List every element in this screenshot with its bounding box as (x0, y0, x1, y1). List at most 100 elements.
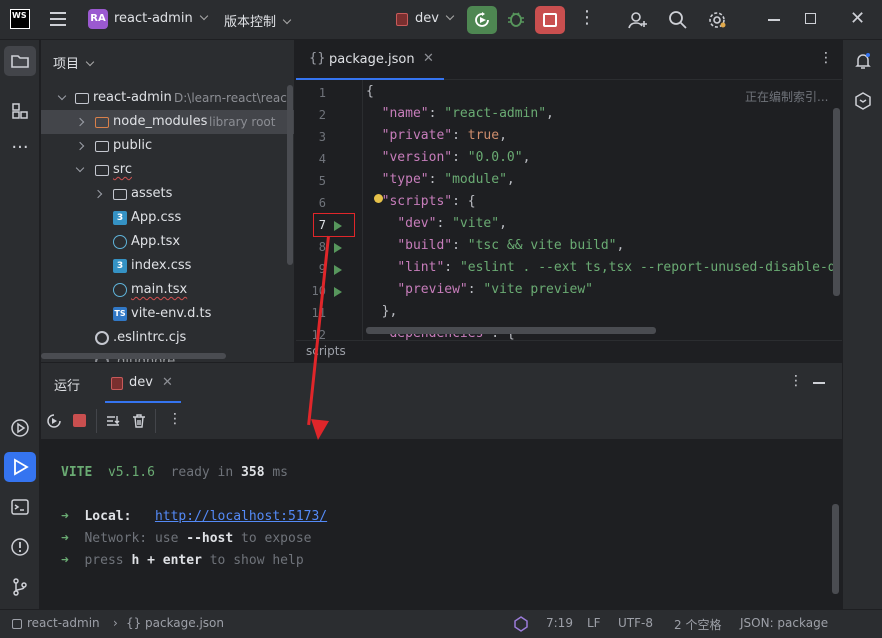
breadcrumb-item[interactable]: scripts (306, 344, 346, 358)
code-line[interactable]: "scripts": { (366, 194, 476, 209)
expand-arrow-icon[interactable] (75, 163, 85, 173)
stop-icon[interactable] (73, 414, 86, 427)
code-line[interactable]: "lint": "eslint . --ext ts,tsx --report-… (366, 260, 835, 275)
structure-tool-button[interactable] (4, 96, 36, 126)
window-maximize-button[interactable] (805, 13, 816, 24)
tree-item-vite-env[interactable]: TS vite-env.d.ts (41, 302, 294, 326)
ai-assistant-icon[interactable] (513, 616, 529, 632)
tree-item-assets[interactable]: assets (41, 182, 294, 206)
tree-item-index-css[interactable]: 3 index.css (41, 254, 294, 278)
console-output[interactable]: VITE v5.1.6 ready in 358 ms ➜ Local: htt… (41, 439, 842, 610)
close-tab-icon[interactable]: ✕ (423, 51, 434, 66)
network-use: use (154, 531, 179, 546)
tree-item-public[interactable]: public (41, 134, 294, 158)
rerun-button[interactable] (467, 6, 497, 34)
stop-button[interactable] (535, 6, 565, 34)
rerun-icon[interactable] (46, 413, 62, 429)
tree-item-app-tsx[interactable]: App.tsx (41, 230, 294, 254)
project-panel-header[interactable]: 项目 (53, 53, 95, 72)
expand-arrow-icon[interactable] (75, 141, 85, 151)
trash-icon[interactable] (131, 413, 147, 429)
chevron-right-icon: › (113, 616, 118, 630)
project-selector[interactable]: react-admin (114, 11, 208, 26)
more-actions-icon[interactable]: ⋮ (578, 9, 596, 27)
folder-icon (95, 165, 109, 176)
scroll-to-end-icon[interactable] (105, 413, 121, 429)
close-tab-icon[interactable]: ✕ (162, 375, 173, 390)
run-script-gutter-icon[interactable] (334, 287, 342, 297)
project-vertical-scrollbar[interactable] (287, 85, 293, 265)
ai-assistant-button[interactable] (847, 86, 879, 116)
project-horizontal-scrollbar[interactable] (41, 353, 226, 359)
run-script-gutter-icon[interactable] (334, 243, 342, 253)
settings-button[interactable] (707, 10, 727, 34)
status-file[interactable]: package.json (145, 616, 224, 630)
code-line[interactable]: "name": "react-admin", (366, 106, 554, 121)
tree-item-node-modules[interactable]: node_modules library root (41, 110, 294, 134)
more-tools-icon[interactable]: ··· (4, 136, 36, 166)
code-line[interactable]: "build": "tsc && vite build", (366, 238, 624, 253)
run-panel-title: 运行 (54, 379, 81, 394)
editor-breadcrumb[interactable]: scripts (296, 340, 842, 362)
code-line[interactable]: "type": "module", (366, 172, 515, 187)
code-line[interactable]: "preview": "vite preview" (366, 282, 593, 297)
expand-arrow-icon[interactable] (57, 91, 67, 101)
line-number: 2 (318, 108, 326, 122)
run-config-selector[interactable]: dev (415, 11, 455, 26)
status-indent[interactable]: 2 个空格 (674, 616, 721, 633)
status-project[interactable]: react-admin (27, 616, 100, 630)
tree-item-eslintrc[interactable]: .eslintrc.cjs (41, 326, 294, 350)
run-script-gutter-icon[interactable] (334, 265, 342, 275)
expand-arrow-icon[interactable] (93, 189, 103, 199)
project-tool-button[interactable] (4, 46, 36, 76)
toolbar-divider (155, 409, 156, 433)
status-line-separator[interactable]: LF (587, 616, 601, 630)
main-menu-icon[interactable] (50, 12, 66, 26)
code-line[interactable]: }, (366, 304, 398, 319)
console-scrollbar[interactable] (832, 504, 839, 594)
hide-panel-button[interactable] (813, 382, 825, 384)
run-tab-dev[interactable]: dev ✕ (105, 363, 181, 403)
tree-item-app-css[interactable]: 3 App.css (41, 206, 294, 230)
run-panel-options-icon[interactable]: ⋮ (789, 373, 803, 389)
debug-button[interactable] (505, 8, 527, 30)
expand-arrow-icon[interactable] (75, 117, 85, 127)
line-number: 3 (318, 130, 326, 144)
project-badge[interactable]: RA (88, 9, 108, 29)
editor: {} package.json ✕ ⋮ 正在编制索引... 1 2 3 4 5 … (296, 40, 842, 362)
tab-list-icon[interactable]: ⋮ (819, 50, 833, 66)
console-line-help: ➜ press h + enter to show help (61, 553, 304, 568)
code-with-me-button[interactable] (628, 10, 648, 34)
run-toolbar: ⋮ (41, 403, 842, 439)
run-tool-button[interactable] (4, 452, 36, 482)
status-filetype[interactable]: JSON: package (740, 616, 828, 630)
problems-tool-button[interactable] (4, 532, 36, 562)
editor-tab-package-json[interactable]: {} package.json ✕ (296, 40, 444, 80)
vcs-menu[interactable]: 版本控制 (224, 11, 292, 30)
editor-horizontal-scrollbar[interactable] (366, 327, 656, 334)
local-url-link[interactable]: http://localhost:5173/ (155, 509, 327, 524)
services-tool-button[interactable] (4, 413, 36, 443)
code-line[interactable]: { (366, 84, 374, 99)
arrow-icon: ➜ (61, 531, 69, 546)
tree-item-main-tsx[interactable]: main.tsx (41, 278, 294, 302)
code-line[interactable]: "dev": "vite", (366, 216, 507, 231)
line-number: 1 (318, 86, 326, 100)
gear-icon (709, 12, 726, 28)
terminal-tool-button[interactable] (4, 492, 36, 522)
tree-item-label: assets (131, 186, 173, 201)
tree-item-src[interactable]: src (41, 158, 294, 182)
status-encoding[interactable]: UTF-8 (618, 616, 653, 630)
editor-vertical-scrollbar[interactable] (833, 108, 840, 296)
tree-item-label: index.css (131, 258, 192, 273)
status-caret-position[interactable]: 7:19 (546, 616, 573, 630)
more-actions-icon[interactable]: ⋮ (168, 411, 182, 427)
search-button[interactable] (668, 10, 688, 34)
window-close-button[interactable]: ✕ (850, 10, 865, 28)
code-line[interactable]: "version": "0.0.0", (366, 150, 531, 165)
git-tool-button[interactable] (4, 572, 36, 602)
code-line[interactable]: "private": true, (366, 128, 507, 143)
tree-root[interactable]: react-admin D:\learn-react\react (41, 86, 294, 110)
window-minimize-button[interactable] (768, 19, 780, 21)
notifications-button[interactable] (847, 46, 879, 76)
